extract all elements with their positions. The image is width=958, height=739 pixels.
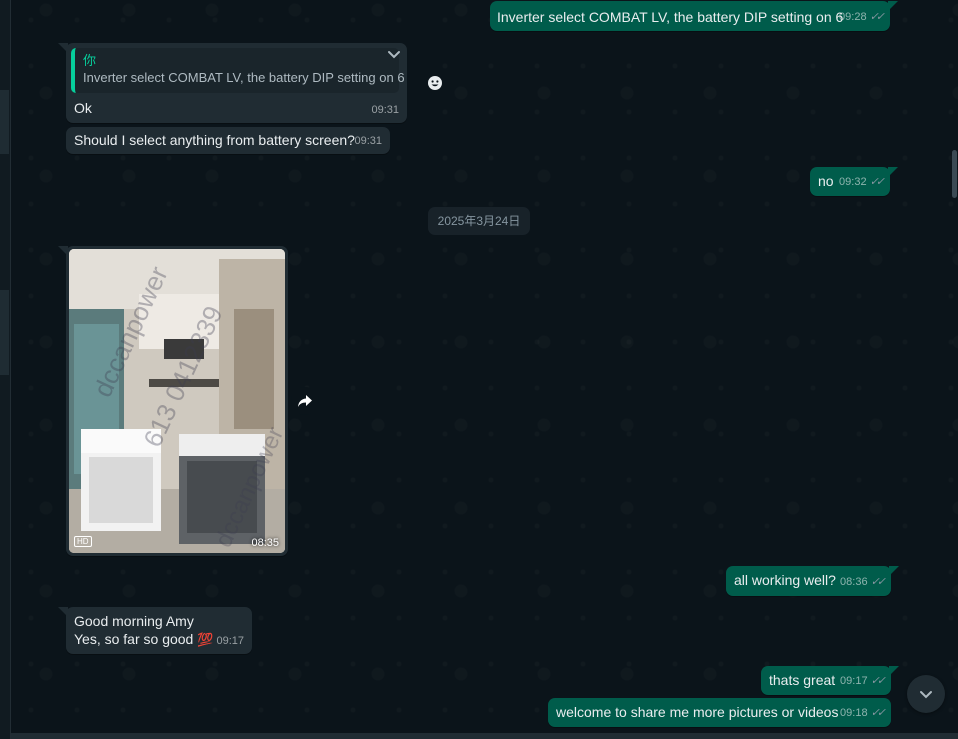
chevron-down-icon[interactable]	[387, 48, 401, 62]
quote-author: 你	[83, 53, 97, 68]
read-ticks-icon: ✓✓	[869, 11, 886, 23]
sidebar-edge-segment	[0, 90, 9, 154]
message-meta: 09:18 ✓✓	[840, 704, 887, 723]
message-outgoing[interactable]: thats great 09:17 ✓✓	[761, 666, 899, 695]
message-outgoing[interactable]: all working well? 08:36 ✓✓	[726, 566, 899, 596]
message-text: Yes, so far so good	[74, 631, 194, 647]
message-meta: 09:17 ✓✓	[840, 672, 887, 691]
hd-badge: HD	[74, 536, 92, 547]
message-outgoing[interactable]: Inverter select COMBAT LV, the battery D…	[490, 1, 898, 31]
message-text-line2: Yes, so far so good 💯	[74, 630, 213, 649]
message-time: 09:32	[839, 176, 867, 188]
chevron-down-icon	[920, 691, 932, 699]
composer-bar	[11, 733, 958, 739]
message-text: Inverter select COMBAT LV, the battery D…	[497, 9, 844, 25]
message-time: 09:31	[354, 135, 382, 147]
message-time: 09:31	[371, 104, 399, 116]
read-ticks-icon: ✓✓	[870, 675, 887, 687]
emoji-icon[interactable]	[426, 74, 444, 92]
message-meta: 09:31	[354, 132, 382, 151]
quoted-message[interactable]: 你 Inverter select COMBAT LV, the battery…	[71, 48, 405, 93]
quote-text: Inverter select COMBAT LV, the battery D…	[83, 70, 405, 85]
message-time: 09:18	[840, 707, 868, 719]
read-ticks-icon: ✓✓	[869, 176, 886, 188]
message-time: 09:17	[840, 675, 868, 687]
message-meta: 09:17	[216, 632, 244, 651]
message-outgoing[interactable]: welcome to share me more pictures or vid…	[548, 698, 891, 727]
message-incoming[interactable]: Good morning Amy Yes, so far so good 💯 0…	[58, 607, 252, 654]
forward-button[interactable]	[291, 387, 319, 415]
message-text: welcome to share me more pictures or vid…	[556, 704, 839, 720]
date-divider: 2025年3月24日	[428, 207, 530, 235]
message-time: 08:36	[840, 576, 868, 588]
scroll-down-button[interactable]	[907, 675, 945, 713]
message-meta: 08:36 ✓✓	[840, 573, 887, 592]
message-meta: 09:32 ✓✓	[839, 173, 886, 192]
photo-time: 08:35	[251, 537, 279, 549]
message-incoming-reply[interactable]: 你 Inverter select COMBAT LV, the battery…	[58, 43, 407, 123]
message-meta: 09:31	[371, 101, 399, 120]
sidebar-edge-segment	[0, 290, 9, 375]
message-text-line1: Good morning Amy	[74, 613, 194, 629]
chat-panel: Inverter select COMBAT LV, the battery D…	[11, 0, 958, 739]
message-incoming[interactable]: Should I select anything from battery sc…	[66, 127, 390, 154]
message-outgoing[interactable]: no 09:32 ✓✓	[810, 167, 898, 196]
message-text: all working well?	[734, 572, 836, 588]
read-ticks-icon: ✓✓	[870, 576, 887, 588]
message-text: Should I select anything from battery sc…	[74, 132, 355, 148]
photo-image: dccanpower 613 0412339 dccanpower	[69, 249, 285, 553]
sidebar-edge	[0, 0, 11, 739]
message-time: 09:28	[839, 11, 867, 23]
message-text: no	[818, 173, 834, 189]
read-ticks-icon: ✓✓	[870, 707, 887, 719]
photo-thumbnail[interactable]: dccanpower 613 0412339 dccanpower HD 08:…	[69, 249, 285, 553]
message-meta: 09:28 ✓✓	[839, 8, 886, 27]
forward-icon	[298, 395, 312, 407]
message-text: thats great	[769, 672, 836, 688]
message-time: 09:17	[216, 635, 244, 647]
chat-scrollbar[interactable]	[952, 150, 957, 198]
message-text: Ok	[74, 100, 92, 116]
hundred-points-icon: 💯	[197, 632, 214, 647]
